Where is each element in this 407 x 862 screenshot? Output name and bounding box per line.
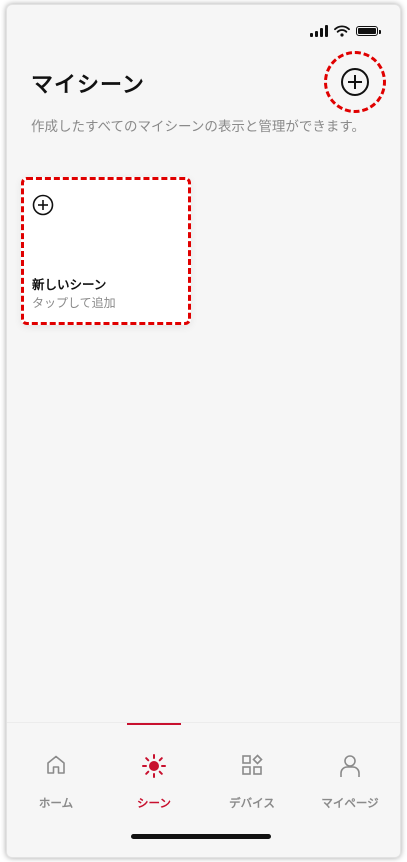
plus-circle-icon — [32, 194, 54, 216]
tab-mypage[interactable]: マイページ — [301, 723, 399, 823]
tab-home[interactable]: ホーム — [7, 723, 105, 823]
tab-mypage-label: マイページ — [321, 796, 379, 810]
new-scene-title: 新しいシーン — [32, 277, 107, 292]
home-indicator — [131, 834, 271, 839]
tab-scene[interactable]: シーン — [105, 723, 203, 823]
tab-scene-label: シーン — [137, 796, 171, 810]
page-title: マイシーン — [31, 73, 145, 98]
battery-icon — [356, 26, 381, 36]
home-icon — [47, 755, 65, 774]
tab-bar: ホーム シーン デバイス マイページ — [7, 722, 400, 857]
devices-icon — [242, 754, 263, 775]
status-bar — [310, 25, 381, 37]
page-description: 作成したすべてのマイシーンの表示と管理ができます。 — [31, 119, 365, 135]
tab-devices-label: デバイス — [229, 796, 275, 810]
person-icon — [340, 755, 360, 777]
plus-circle-icon — [341, 68, 369, 96]
wifi-icon — [334, 25, 350, 37]
new-scene-card[interactable]: 新しいシーン タップして追加 — [21, 177, 191, 325]
active-tab-indicator — [127, 723, 181, 725]
signal-icon — [310, 25, 328, 37]
tab-devices[interactable]: デバイス — [203, 723, 301, 823]
new-scene-subtitle: タップして追加 — [32, 296, 116, 310]
app-screen: マイシーン 作成したすべてのマイシーンの表示と管理ができます。 新しいシーン タ… — [6, 4, 401, 858]
tab-home-label: ホーム — [38, 796, 74, 810]
add-scene-button[interactable] — [324, 51, 386, 113]
scene-sun-icon — [142, 754, 166, 778]
